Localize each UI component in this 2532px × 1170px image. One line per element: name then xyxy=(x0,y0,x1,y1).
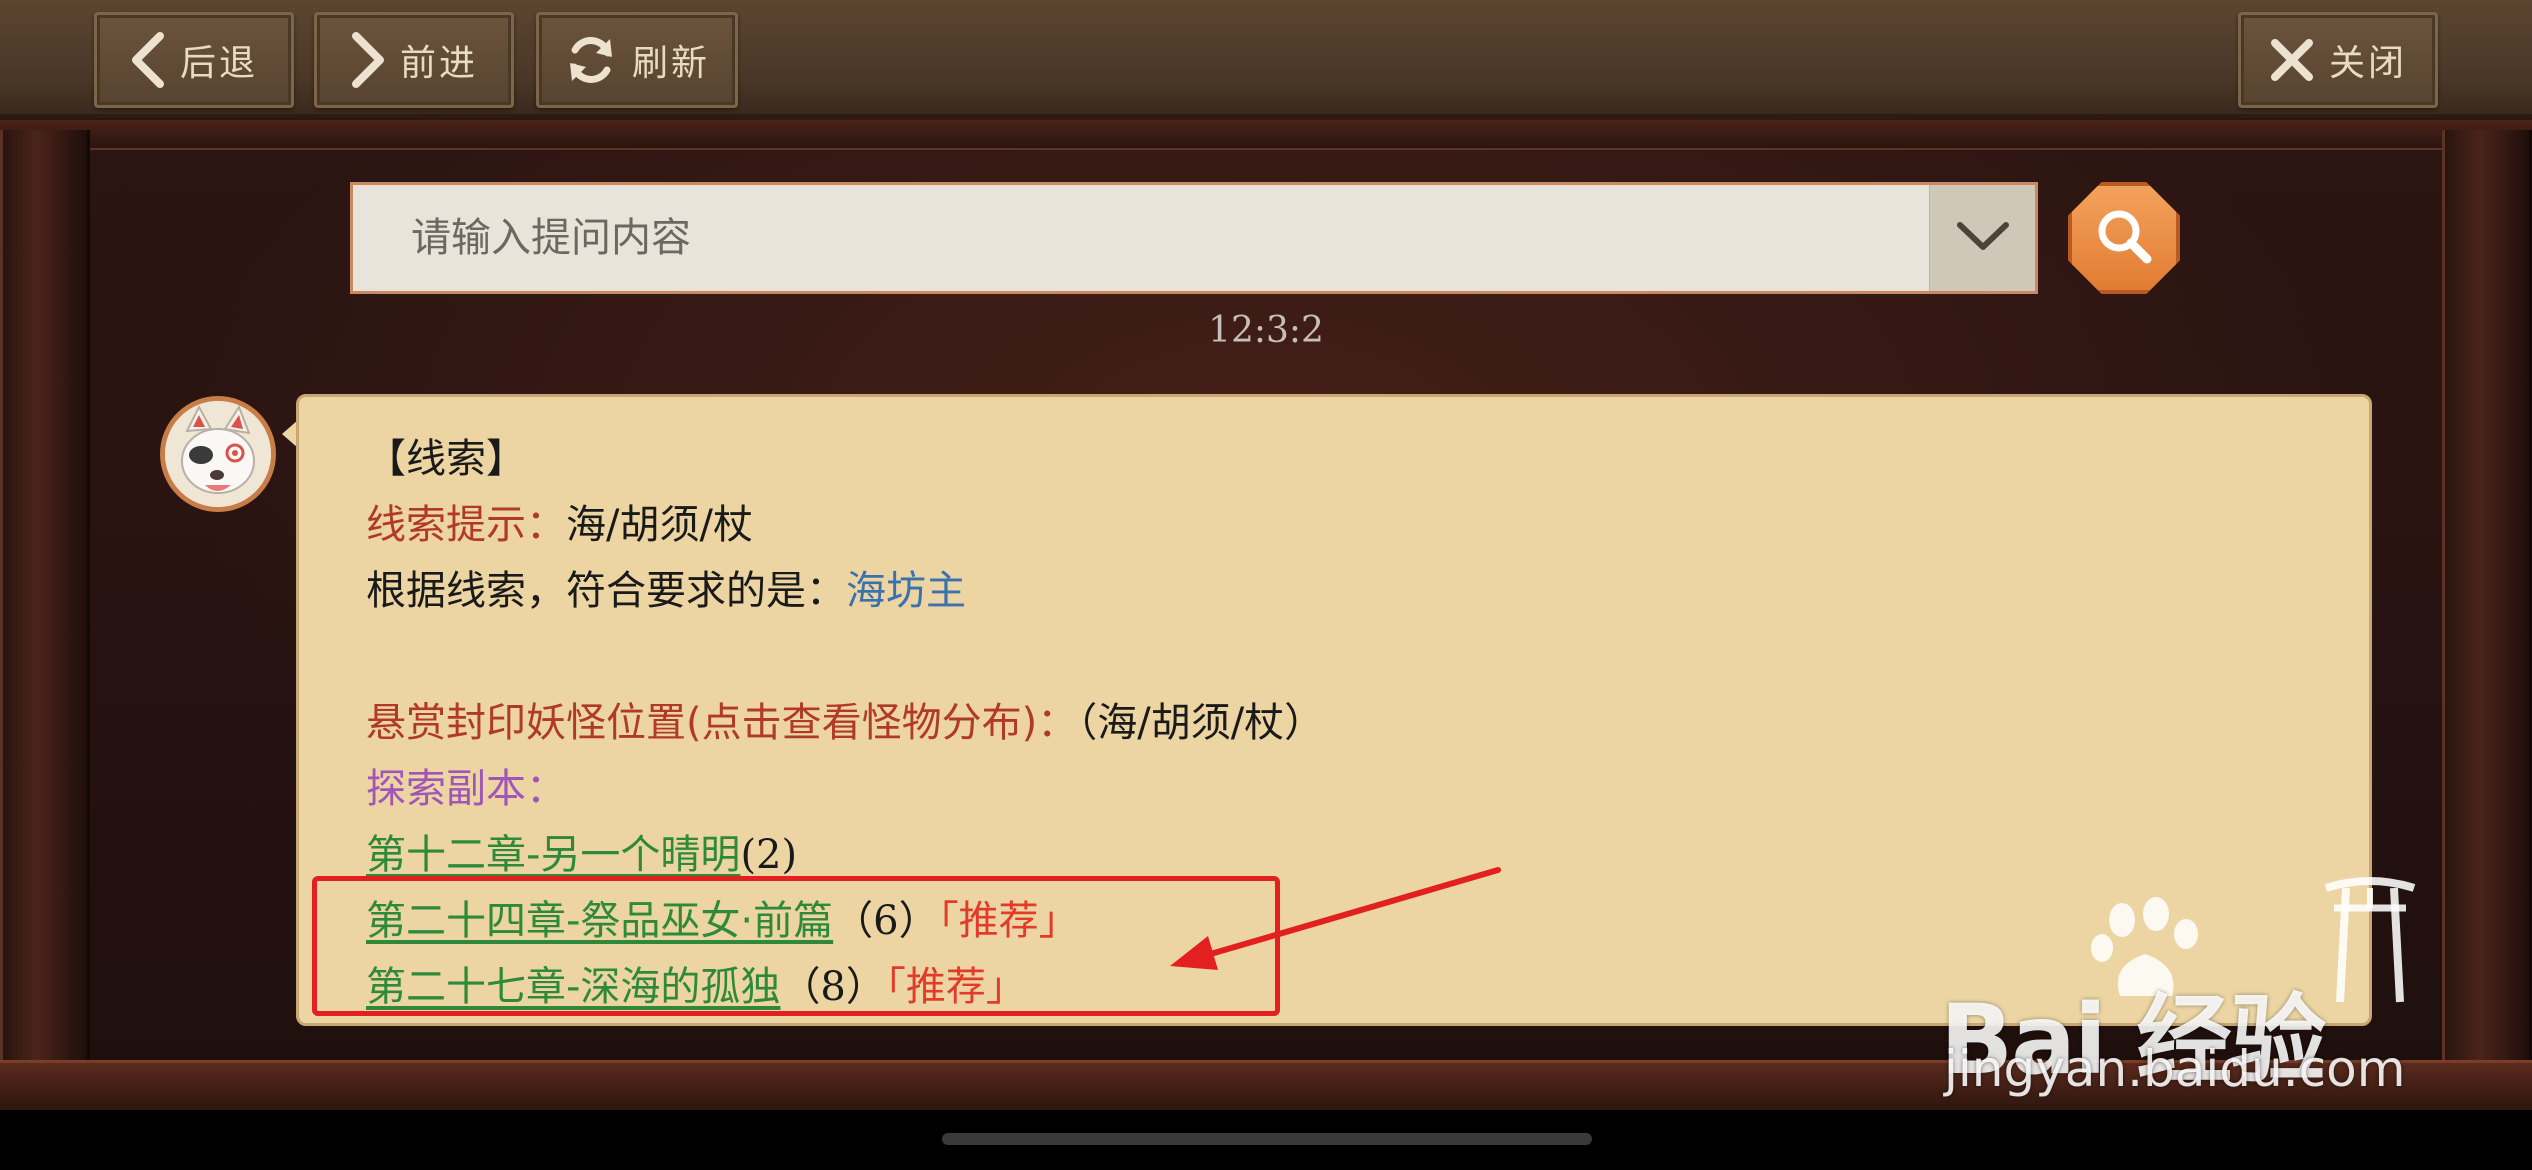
search-bar xyxy=(350,182,2038,294)
message-timestamp: 12:3:2 xyxy=(1208,310,1324,351)
avatar xyxy=(160,396,276,512)
chevron-left-icon xyxy=(130,32,166,88)
search-button[interactable] xyxy=(2068,182,2180,294)
fox-mascot-icon xyxy=(165,401,271,507)
left-pillar xyxy=(0,130,90,1110)
refresh-icon xyxy=(564,33,618,87)
chevron-right-icon xyxy=(350,32,386,88)
chevron-down-icon xyxy=(1956,221,2010,255)
refresh-label: 刷新 xyxy=(631,43,710,84)
answer-line: 根据线索，符合要求的是：海坊主 xyxy=(366,558,2266,624)
dropdown-button[interactable] xyxy=(1929,185,2035,291)
watermark-url: jingyan.baidu.com xyxy=(1944,1040,2406,1098)
forward-button[interactable]: 前进 xyxy=(314,12,514,108)
annotation-arrow-icon xyxy=(1170,867,1501,970)
baidu-watermark: Bai 经验 jingyan.baidu.com xyxy=(1940,870,2460,1100)
close-icon xyxy=(2269,37,2315,83)
refresh-button[interactable]: 刷新 xyxy=(536,12,738,108)
answer-link[interactable]: 海坊主 xyxy=(846,568,966,614)
search-input[interactable] xyxy=(353,185,1929,291)
message-heading: 【线索】 xyxy=(366,436,526,482)
chapter-count: (2) xyxy=(740,832,798,878)
answer-label: 根据线索，符合要求的是： xyxy=(366,568,846,614)
home-indicator[interactable] xyxy=(942,1133,1592,1145)
search-icon xyxy=(2093,205,2155,271)
bounty-value: （海/胡须/杖） xyxy=(1077,700,1325,746)
clue-value: 海/胡须/杖 xyxy=(566,502,753,548)
bounty-line: 悬赏封印妖怪位置(点击查看怪物分布)：（海/胡须/杖） xyxy=(366,690,2266,756)
chapter-link[interactable]: 第十二章-另一个晴明 xyxy=(366,832,740,878)
gate-logo-icon xyxy=(2324,877,2416,1003)
wooden-beam xyxy=(0,120,2532,150)
back-button[interactable]: 后退 xyxy=(94,12,294,108)
clue-line: 线索提示：海/胡须/杖 xyxy=(366,492,2266,558)
forward-label: 前进 xyxy=(399,43,478,84)
annotation-box xyxy=(312,876,1280,1016)
back-label: 后退 xyxy=(179,43,258,84)
close-button[interactable]: 关闭 xyxy=(2238,12,2438,108)
explore-line: 探索副本： xyxy=(366,756,2266,822)
bounty-link[interactable]: 悬赏封印妖怪位置(点击查看怪物分布)： xyxy=(366,700,1077,746)
clue-label: 线索提示： xyxy=(366,502,566,548)
explore-label: 探索副本： xyxy=(366,766,566,812)
close-label: 关闭 xyxy=(2328,43,2407,84)
